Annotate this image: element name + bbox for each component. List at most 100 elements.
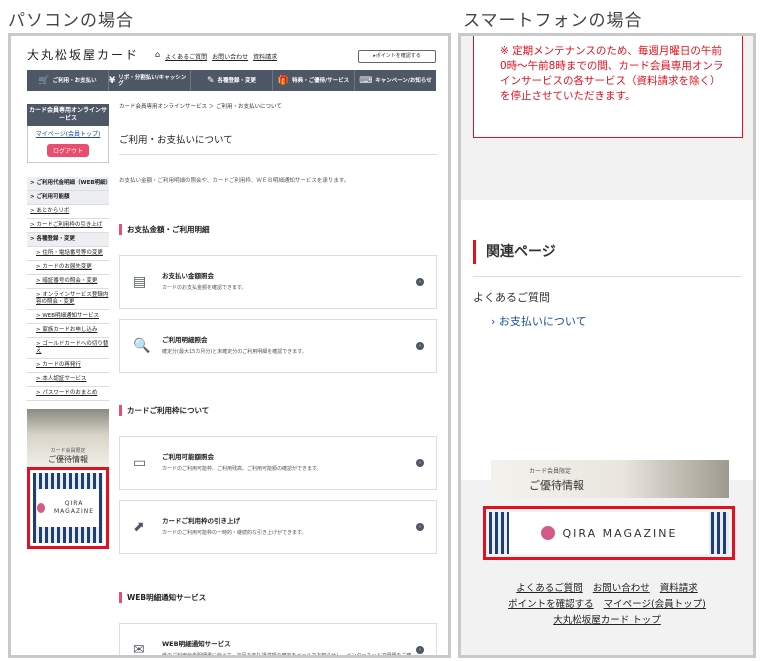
sidebar-item[interactable]: > WEB明細通知サービス bbox=[27, 310, 109, 324]
service-icon: 🔍 bbox=[133, 338, 151, 354]
sp-yutai-big: ご優待情報 bbox=[529, 479, 584, 492]
pc-section-label: パソコンの場合 bbox=[8, 11, 134, 31]
nav-registration[interactable]: ✎ 各種登録・変更 bbox=[191, 70, 273, 91]
page-description: お支払い金額・ご利用明細の照会や、カードご利用枠、ＷＥＢ明細通知サービスを承りま… bbox=[119, 178, 350, 184]
sidebar-item[interactable]: > 各種登録・変更 bbox=[27, 233, 109, 247]
edit-icon: ✎ bbox=[206, 75, 215, 86]
yutai-banner[interactable]: カード会員限定 ご優待情報 bbox=[27, 409, 109, 467]
service-desc: カードのご利用可能枠、ご利用残高、ご利用可能額の確認ができます。 bbox=[162, 466, 322, 472]
breadcrumb: カード会員専用オンラインサービス ＞ ご利用・お支払いについて bbox=[119, 104, 282, 110]
service-title: お支払い金額照会 bbox=[162, 272, 214, 280]
chevron-right-icon[interactable]: › bbox=[416, 342, 424, 350]
sp-qira-logo-icon bbox=[540, 526, 555, 540]
toplink-request[interactable]: 資料請求 bbox=[253, 52, 277, 61]
site-logo[interactable]: 大丸松坂屋カード bbox=[27, 46, 139, 63]
sidebar-item[interactable]: > あとからリボ bbox=[27, 205, 109, 219]
chevron-right-icon[interactable]: › bbox=[416, 278, 424, 286]
footer-link-row: 大丸松坂屋カード トップ bbox=[461, 613, 753, 629]
pc-frame: 大丸松坂屋カード ⌂ よくあるご質問 お問い合わせ 資料請求 ▸ポイントを確認す… bbox=[8, 33, 451, 658]
mypage-link[interactable]: マイページ(会員トップ) bbox=[28, 129, 108, 138]
footer-link[interactable]: マイページ(会員トップ) bbox=[604, 599, 706, 610]
footer-link[interactable]: 大丸松坂屋カード トップ bbox=[553, 615, 661, 626]
section-heading: WEB明細通知サービス bbox=[119, 592, 437, 603]
nav-revolving[interactable]: ¥ リボ・分割払い/キャッシング bbox=[109, 70, 191, 91]
section-heading: お支払金額・ご利用明細 bbox=[119, 224, 437, 235]
point-check-button[interactable]: ▸ポイントを確認する bbox=[358, 50, 436, 63]
footer-link[interactable]: ポイントを確認する bbox=[508, 599, 594, 610]
service-title: カードご利用枠の引き上げ bbox=[162, 517, 240, 525]
service-icon: ▭ bbox=[133, 455, 147, 471]
chevron-right-icon[interactable]: › bbox=[416, 459, 424, 467]
footer-link-row: よくあるご質問 お問い合わせ 資料請求 bbox=[461, 581, 753, 597]
main-content: カード会員専用オンラインサービス ＞ ご利用・お支払いについて ご利用・お支払い… bbox=[119, 102, 437, 658]
sidebar-item[interactable]: > 本人認証サービス bbox=[27, 373, 109, 387]
sp-section-label: スマートフォンの場合 bbox=[463, 11, 643, 31]
related-pages: 関連ページ よくあるご質問 › お支払いについて bbox=[461, 200, 753, 480]
nav-benefits[interactable]: 🎁 特典・ご優待/サービス bbox=[273, 70, 355, 91]
gift-icon: 🎁 bbox=[277, 75, 290, 86]
service-icon: ▤ bbox=[133, 274, 147, 290]
sidebar-item[interactable]: > カードの再発行 bbox=[27, 359, 109, 373]
nav-campaign[interactable]: ⌨ キャンペーン/お知らせ bbox=[355, 70, 436, 91]
qira-magazine-banner[interactable]: QIRA MAGAZINE bbox=[33, 473, 103, 543]
chevron-right-icon[interactable]: › bbox=[416, 646, 424, 654]
sp-footer-links: よくあるご質問 お問い合わせ 資料請求 ポイントを確認する マイページ(会員トップ) 大丸… bbox=[461, 581, 753, 629]
sidebar-item[interactable]: > ご利用可能額 bbox=[27, 191, 109, 205]
sp-yutai-banner[interactable]: カード会員限定 ご優待情報 bbox=[491, 460, 729, 498]
sidebar-item[interactable]: > オンラインサービス登録内容の照会・変更 bbox=[27, 289, 109, 310]
sidebar-item[interactable]: > 暗証番号の照会・変更 bbox=[27, 275, 109, 289]
service-card[interactable]: ⬈ カードご利用枠の引き上げカードのご利用可能枠の一時的・継続的な引き上げができま… bbox=[119, 500, 437, 554]
footer-link[interactable]: 資料請求 bbox=[660, 583, 698, 594]
sidebar-item[interactable]: > パスワードのおまとめ bbox=[27, 387, 109, 401]
logout-button[interactable]: ログアウト bbox=[46, 144, 89, 157]
footer-link[interactable]: よくあるご質問 bbox=[516, 583, 583, 594]
global-nav: 🛒 ご利用・お支払い ¥ リボ・分割払い/キャッシング ✎ 各種登録・変更 🎁 特典・ご… bbox=[27, 70, 436, 91]
sidebar-item[interactable]: > ゴールドカードへの切り替え bbox=[27, 338, 109, 359]
qira-logo-icon bbox=[37, 503, 46, 513]
sidebar-account-box: マイページ(会員トップ) ログアウト bbox=[27, 126, 109, 163]
footer-link-row: ポイントを確認する マイページ(会員トップ) bbox=[461, 597, 753, 613]
qira-text: QIRA MAGAZINE bbox=[54, 500, 95, 515]
yen-icon: ¥ bbox=[109, 75, 116, 86]
maintenance-notice: ※ 定期メンテナンスのため、毎週月曜日の午前0時～午前8時までの間、カード会員専… bbox=[473, 36, 743, 138]
yutai-banner-small: カード会員限定 bbox=[50, 448, 86, 454]
keyboard-icon: ⌨ bbox=[359, 75, 373, 86]
chevron-right-icon[interactable]: › bbox=[416, 523, 424, 531]
sidebar-menu: > ご利用代金明細（WEB明細） > ご利用可能額 > あとからリボ > カードご利用… bbox=[27, 177, 111, 401]
service-title: WEB明細通知サービス bbox=[162, 640, 231, 648]
service-icon: ✉ bbox=[133, 642, 145, 658]
toplink-contact[interactable]: お問い合わせ bbox=[212, 52, 248, 61]
service-desc: 紙のご利用代金明細書に代えて、次回お支払請求額の確定をメールでお知らせし、インタ… bbox=[162, 653, 412, 658]
nav-usage-payment[interactable]: 🛒 ご利用・お支払い bbox=[27, 70, 109, 91]
service-title: ご利用明細照会 bbox=[162, 336, 208, 344]
sp-qira-text: QIRA MAGAZINE bbox=[562, 526, 678, 540]
home-icon[interactable]: ⌂ bbox=[155, 50, 160, 61]
sidebar-title: カード会員専用オンラインサービス bbox=[27, 104, 109, 126]
yutai-banner-big: ご優待情報 bbox=[48, 455, 88, 464]
highlight-box-sp: QIRA MAGAZINE bbox=[483, 506, 735, 560]
related-payment-link[interactable]: › お支払いについて bbox=[491, 313, 587, 329]
service-desc: カードのご利用可能枠の一時的・継続的な引き上げができます。 bbox=[162, 530, 307, 536]
service-card[interactable]: ✉ WEB明細通知サービス紙のご利用代金明細書に代えて、次回お支払請求額の確定をメ… bbox=[119, 623, 437, 658]
sidebar-item[interactable]: > 家族カードお申し込み bbox=[27, 324, 109, 338]
highlight-box-pc: QIRA MAGAZINE bbox=[27, 467, 109, 549]
sp-yutai-small: カード会員限定 bbox=[529, 468, 572, 475]
sidebar-item[interactable]: > カードご利用枠の引き上げ bbox=[27, 219, 109, 233]
maintenance-notice-text: ※ 定期メンテナンスのため、毎週月曜日の午前0時～午前8時までの間、カード会員専… bbox=[500, 45, 724, 102]
section-heading: カードご利用枠について bbox=[119, 405, 437, 416]
related-faq-label: よくあるご質問 bbox=[473, 291, 550, 304]
toplink-faq[interactable]: よくあるご質問 bbox=[165, 52, 207, 61]
footer-link[interactable]: お問い合わせ bbox=[593, 583, 650, 594]
sidebar-item[interactable]: > ご利用代金明細（WEB明細） bbox=[27, 177, 111, 191]
related-pages-title: 関連ページ bbox=[473, 240, 556, 264]
sp-qira-magazine-banner[interactable]: QIRA MAGAZINE bbox=[489, 512, 729, 554]
service-card[interactable]: 🔍 ご利用明細照会 確定分(最大15カ月分)と未確定分のご利用明細を確認できます。 › bbox=[119, 319, 437, 373]
sidebar-item[interactable]: > カードのお届先変更 bbox=[27, 261, 109, 275]
sidebar-item[interactable]: > 住所・電話番号等の変更 bbox=[27, 247, 109, 261]
service-card[interactable]: ▤ お支払い金額照会カードのお支払金額を確認できます。 › bbox=[119, 255, 437, 309]
sp-frame: ※ 定期メンテナンスのため、毎週月曜日の午前0時～午前8時までの間、カード会員専… bbox=[458, 33, 756, 658]
service-card[interactable]: ▭ ご利用可能額照会 カードのご利用可能枠、ご利用残高、ご利用可能額の確認ができます… bbox=[119, 436, 437, 490]
cart-icon: 🛒 bbox=[38, 75, 50, 86]
service-desc: カードのお支払金額を確認できます。 bbox=[162, 285, 247, 291]
service-icon: ⬈ bbox=[133, 519, 145, 535]
